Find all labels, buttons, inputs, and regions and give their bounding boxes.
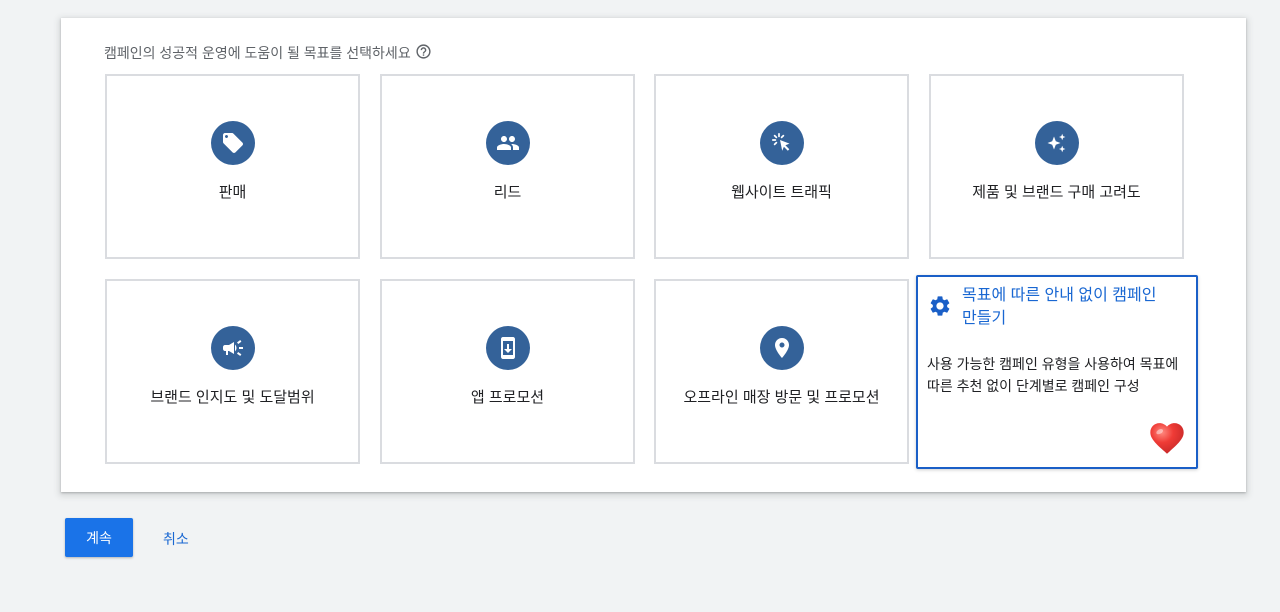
goal-tile-app-promotion[interactable]: 앱 프로모션 (380, 279, 635, 464)
goal-tile-brand-awareness[interactable]: 브랜드 인지도 및 도달범위 (105, 279, 360, 464)
goal-tile-website-traffic[interactable]: 웹사이트 트래픽 (654, 74, 909, 259)
phone-download-icon (485, 326, 530, 370)
people-icon (485, 121, 530, 165)
goal-prompt: 캠페인의 성공적 운영에 도움이 될 목표를 선택하세요 (104, 43, 432, 63)
location-pin-icon (759, 326, 804, 370)
no-guidance-title: 목표에 따른 안내 없이 캠페인 만들기 (962, 287, 1157, 327)
goal-tile-consideration[interactable]: 제품 및 브랜드 구매 고려도 (929, 74, 1184, 259)
cursor-click-icon (759, 121, 804, 165)
goal-label: 앱 프로모션 (470, 389, 545, 406)
goal-label: 제품 및 브랜드 구매 고려도 (972, 184, 1141, 201)
goal-label: 판매 (218, 184, 247, 201)
goal-prompt-text: 캠페인의 성공적 운영에 도움이 될 목표를 선택하세요 (104, 45, 411, 61)
megaphone-icon (210, 326, 255, 370)
goal-label: 리드 (493, 184, 522, 201)
goal-selection-card: 캠페인의 성공적 운영에 도움이 될 목표를 선택하세요 판매 리드 웹사이트 … (61, 18, 1246, 492)
tag-icon (210, 121, 255, 165)
goal-tile-no-guidance[interactable]: 목표에 따른 안내 없이 캠페인 만들기 사용 가능한 캠페인 유형을 사용하여… (916, 275, 1198, 469)
heart-icon (1147, 420, 1187, 458)
goal-label: 웹사이트 트래픽 (731, 184, 832, 201)
help-icon[interactable] (415, 43, 432, 60)
goal-label: 브랜드 인지도 및 도달범위 (150, 389, 315, 406)
goal-tile-store-visits[interactable]: 오프라인 매장 방문 및 프로모션 (654, 279, 909, 464)
no-guidance-description: 사용 가능한 캠페인 유형을 사용하여 목표에 따른 추천 없이 단계별로 캠페… (927, 356, 1179, 394)
goal-tile-leads[interactable]: 리드 (380, 74, 635, 259)
gear-icon (928, 294, 952, 318)
cancel-button[interactable]: 취소 (163, 529, 189, 549)
sparkle-icon (1034, 121, 1079, 165)
goal-tile-sales[interactable]: 판매 (105, 74, 360, 259)
continue-button[interactable]: 계속 (65, 518, 133, 557)
goal-label: 오프라인 매장 방문 및 프로모션 (683, 389, 880, 406)
